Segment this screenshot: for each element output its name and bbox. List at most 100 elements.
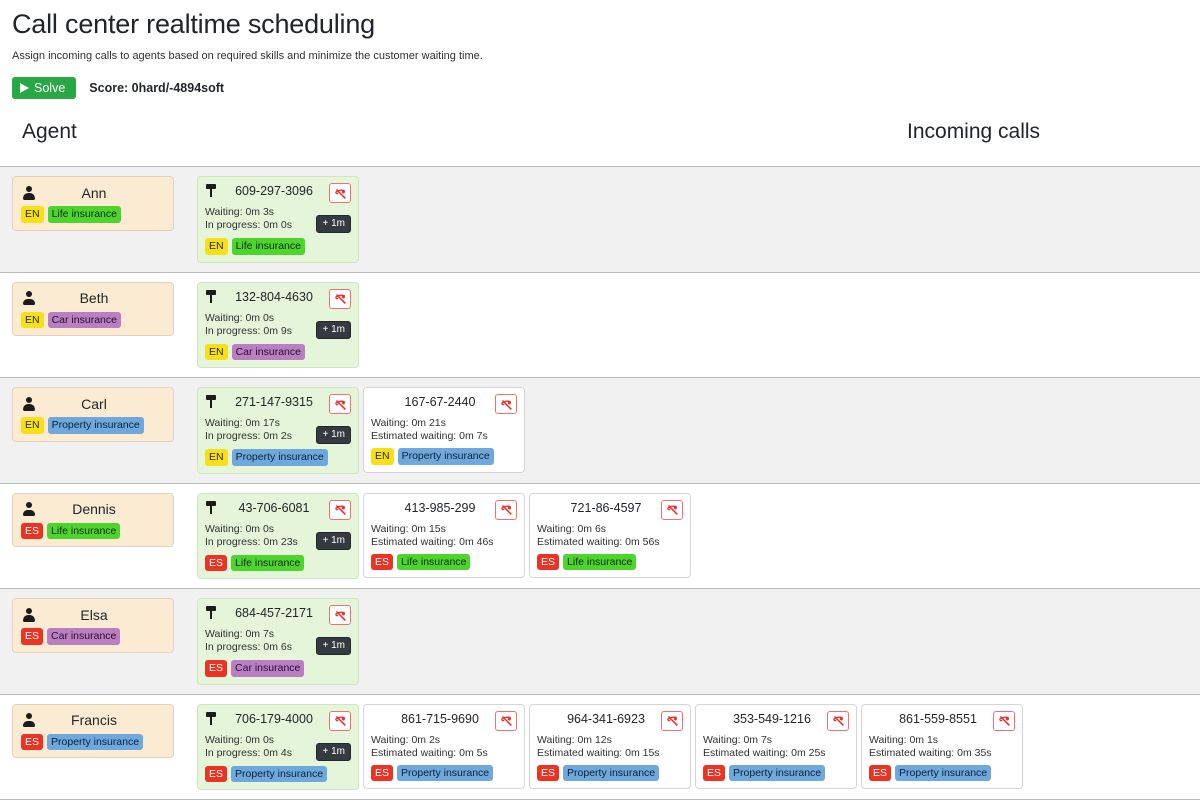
call-card-header: 353-549-1216 (703, 711, 849, 731)
hangup-button[interactable] (495, 500, 517, 520)
schedule-table: AnnENLife insurance 609-297-3096Waiting: … (0, 166, 1200, 800)
add-one-minute-button[interactable]: + 1m (316, 637, 351, 655)
agent-row: CarlENProperty insurance271-147-9315Wait… (0, 378, 1200, 484)
agent-language-badge: ES (21, 523, 43, 540)
agent-badges: ENLife insurance (21, 206, 165, 223)
call-phone-number: 271-147-9315 (217, 394, 329, 410)
hangup-button[interactable] (993, 711, 1015, 731)
add-one-minute-button[interactable]: + 1m (316, 532, 351, 550)
call-card[interactable]: 721-86-4597Waiting: 0m 6sEstimated waiti… (529, 493, 691, 579)
phone-slash-icon (334, 609, 347, 622)
call-card-body: Waiting: 0m 0sIn progress: 0m 9s+ 1m (205, 312, 351, 339)
phone-slash-icon (998, 714, 1011, 727)
call-badges: ESCar insurance (205, 660, 351, 677)
call-card-body: Waiting: 0m 6sEstimated waiting: 0m 56s (537, 523, 683, 549)
pin-icon (205, 395, 217, 409)
call-card[interactable]: 271-147-9315Waiting: 0m 17sIn progress: … (197, 387, 359, 474)
incoming-calls-list: 132-804-4630Waiting: 0m 0sIn progress: 0… (197, 282, 1200, 369)
call-skill-badge: Life insurance (397, 554, 470, 571)
agent-card[interactable]: BethENCar insurance (12, 282, 174, 337)
call-language-badge: EN (205, 238, 228, 255)
add-one-minute-button[interactable]: + 1m (316, 215, 351, 233)
call-card[interactable]: 132-804-4630Waiting: 0m 0sIn progress: 0… (197, 282, 359, 369)
hangup-button[interactable] (329, 500, 351, 520)
hangup-button[interactable] (495, 711, 517, 731)
page-title: Call center realtime scheduling (12, 8, 1188, 40)
call-card[interactable]: 167-67-2440Waiting: 0m 21sEstimated wait… (363, 387, 525, 473)
call-waiting-text: Waiting: 0m 1s (869, 734, 1015, 747)
call-card[interactable]: 861-559-8551 Waiting: 0m 1sEstimated wait… (861, 704, 1023, 790)
column-heading-agent: Agent (22, 120, 77, 144)
person-icon (22, 291, 35, 305)
agent-skill-badge: Property insurance (48, 417, 144, 434)
call-card[interactable]: 43-706-6081 Waiting: 0m 0sIn progress: 0m… (197, 493, 359, 580)
call-times: Waiting: 0m 21sEstimated waiting: 0m 7s (371, 417, 517, 443)
call-card[interactable]: 964-341-6923Waiting: 0m 12sEstimated wai… (529, 704, 691, 790)
call-card[interactable]: 861-715-9690 Waiting: 0m 2sEstimated wait… (363, 704, 525, 790)
call-times: Waiting: 0m 2sEstimated waiting: 0m 5s (371, 734, 517, 760)
call-skill-badge: Property insurance (232, 449, 328, 466)
agent-card[interactable]: ElsaESCar insurance (12, 598, 174, 653)
call-skill-badge: Property insurance (231, 766, 327, 783)
agent-card[interactable]: DennisESLife insurance (12, 493, 174, 548)
pin-icon (205, 184, 217, 198)
agent-badges: ESCar insurance (21, 628, 165, 645)
call-card-header: 861-559-8551 (869, 711, 1015, 731)
call-phone-number: 861-715-9690 (383, 711, 495, 727)
add-one-minute-button[interactable]: + 1m (316, 743, 351, 761)
hangup-button[interactable] (329, 183, 351, 203)
call-skill-badge: Car insurance (231, 660, 304, 677)
pin-icon (205, 290, 217, 304)
call-second-line-text: Estimated waiting: 0m 46s (371, 536, 517, 549)
add-one-minute-button[interactable]: + 1m (316, 426, 351, 444)
incoming-calls-list: 271-147-9315Waiting: 0m 17sIn progress: … (197, 387, 1200, 474)
agent-name: Carl (35, 396, 165, 412)
agent-card[interactable]: FrancisESProperty insurance (12, 704, 174, 759)
hangup-button[interactable] (329, 394, 351, 414)
call-waiting-text: Waiting: 0m 3s (205, 206, 316, 219)
call-badges: ENProperty insurance (205, 449, 351, 466)
call-card-header: 43-706-6081 (205, 500, 351, 520)
pin-icon (205, 606, 217, 620)
call-card[interactable]: 353-549-1216Waiting: 0m 7sEstimated wait… (695, 704, 857, 790)
call-phone-number: 964-341-6923 (549, 711, 661, 727)
call-card-body: Waiting: 0m 21sEstimated waiting: 0m 7s (371, 417, 517, 443)
call-phone-number: 413-985-299 (383, 500, 495, 516)
call-skill-badge: Property insurance (398, 448, 494, 465)
call-card[interactable]: 684-457-2171Waiting: 0m 7sIn progress: 0… (197, 598, 359, 685)
call-badges: ESLife insurance (371, 554, 517, 571)
incoming-calls-list: 609-297-3096Waiting: 0m 3sIn progress: 0… (197, 176, 1200, 263)
add-one-minute-button[interactable]: + 1m (316, 321, 351, 339)
call-times: Waiting: 0m 15sEstimated waiting: 0m 46s (371, 523, 517, 549)
hangup-button[interactable] (661, 711, 683, 731)
call-skill-badge: Property insurance (895, 765, 991, 782)
call-second-line-text: Estimated waiting: 0m 5s (371, 747, 517, 760)
phone-slash-icon (334, 292, 347, 305)
call-card[interactable]: 609-297-3096Waiting: 0m 3sIn progress: 0… (197, 176, 359, 263)
incoming-calls-list: 43-706-6081 Waiting: 0m 0sIn progress: 0m… (197, 493, 1200, 580)
hangup-button[interactable] (495, 394, 517, 414)
hangup-button[interactable] (661, 500, 683, 520)
hangup-button[interactable] (329, 289, 351, 309)
call-badges: ENCar insurance (205, 344, 351, 361)
call-second-line-text: Estimated waiting: 0m 35s (869, 747, 1015, 760)
hangup-button[interactable] (827, 711, 849, 731)
call-card[interactable]: 706-179-4000Waiting: 0m 0sIn progress: 0… (197, 704, 359, 791)
hangup-button[interactable] (329, 605, 351, 625)
call-skill-badge: Property insurance (729, 765, 825, 782)
call-language-badge: ES (869, 765, 891, 782)
solve-button[interactable]: Solve (12, 77, 76, 100)
hangup-button[interactable] (329, 711, 351, 731)
agent-card[interactable]: AnnENLife insurance (12, 176, 174, 231)
agent-language-badge: ES (21, 734, 43, 751)
call-waiting-text: Waiting: 0m 17s (205, 417, 316, 430)
call-times: Waiting: 0m 0sIn progress: 0m 23s (205, 523, 316, 549)
call-language-badge: ES (205, 660, 227, 677)
call-card[interactable]: 413-985-299 Waiting: 0m 15sEstimated wait… (363, 493, 525, 579)
call-skill-badge: Property insurance (563, 765, 659, 782)
phone-slash-icon (500, 503, 513, 516)
call-card-header: 413-985-299 (371, 500, 517, 520)
call-card-body: Waiting: 0m 7sIn progress: 0m 6s+ 1m (205, 628, 351, 655)
call-phone-number: 43-706-6081 (217, 500, 329, 516)
agent-card[interactable]: CarlENProperty insurance (12, 387, 174, 442)
